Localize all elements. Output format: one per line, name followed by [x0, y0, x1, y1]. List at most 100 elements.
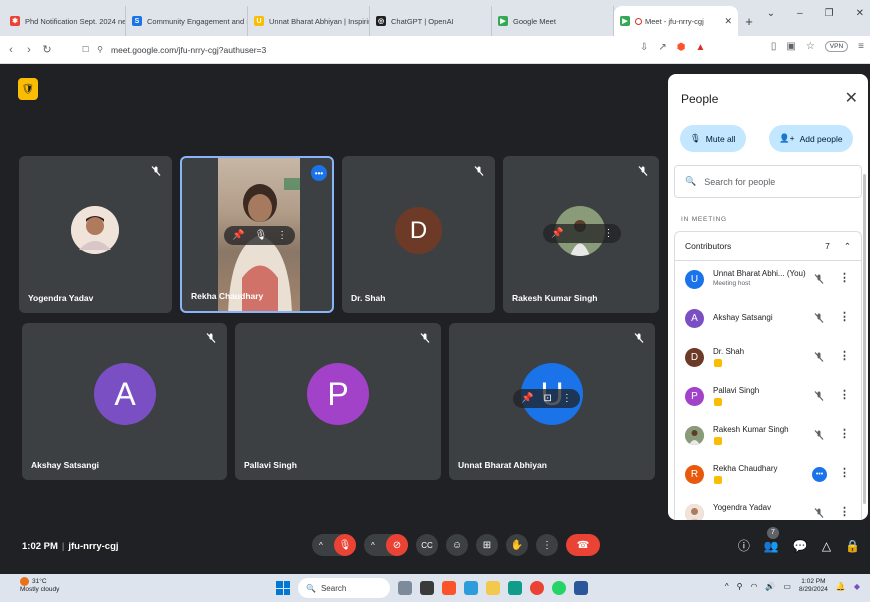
- meeting-details-icon[interactable]: ⓘ: [738, 537, 750, 554]
- edge-icon[interactable]: [508, 581, 522, 595]
- chevron-up-icon[interactable]: ^: [319, 541, 323, 550]
- list-item[interactable]: D Dr. Shah ⋮: [675, 339, 861, 377]
- tab-grid-icon[interactable]: ▣: [786, 41, 795, 52]
- close-panel-icon[interactable]: ✕: [845, 88, 858, 108]
- remove-icon[interactable]: ⊡: [543, 393, 551, 404]
- more-vert-icon[interactable]: ⋮: [839, 427, 850, 440]
- wifi-icon[interactable]: ◠: [750, 582, 757, 591]
- taskbar-clock[interactable]: 1:02 PM 8/29/2024: [799, 578, 828, 594]
- camera-toggle-button[interactable]: ^ ⊘: [364, 534, 408, 556]
- list-item[interactable]: R Rekha Chaudhary ••• ⋮: [675, 456, 861, 494]
- more-options-icon[interactable]: •••: [311, 165, 327, 181]
- back-icon[interactable]: ‹: [4, 44, 18, 56]
- more-vert-icon[interactable]: ⋮: [839, 505, 850, 518]
- mic-off-icon[interactable]: [813, 390, 825, 402]
- mic-off-icon[interactable]: [813, 351, 825, 363]
- close-tab-icon[interactable]: ✕: [724, 16, 732, 27]
- browser-tab[interactable]: S Community Engagement and S...: [126, 6, 248, 36]
- copilot-icon[interactable]: ◆: [854, 582, 860, 591]
- chevron-up-icon[interactable]: ^: [725, 582, 729, 591]
- raise-hand-button[interactable]: ✋: [506, 534, 528, 556]
- leave-call-button[interactable]: ☎: [566, 534, 600, 556]
- more-vert-icon[interactable]: ⋮: [839, 349, 850, 362]
- browser-tab-active[interactable]: ▶ Meet - jfu-nrry-cgj ✕: [614, 6, 738, 36]
- brave-shield-icon[interactable]: ⬢: [677, 42, 686, 53]
- task-view-icon[interactable]: [420, 581, 434, 595]
- add-people-button[interactable]: 👤+ Add people: [769, 125, 853, 152]
- bookmark-icon[interactable]: ☐: [82, 45, 89, 54]
- notification-bell-icon[interactable]: 🔔: [836, 582, 846, 591]
- forward-icon[interactable]: ›: [22, 44, 36, 56]
- panel-scrollbar[interactable]: [863, 174, 866, 504]
- taskbar-search[interactable]: 🔍 Search: [298, 578, 390, 598]
- share-icon[interactable]: ↗: [658, 42, 666, 53]
- more-vert-icon[interactable]: ⋮: [839, 310, 850, 323]
- list-item[interactable]: Rakesh Kumar Singh ⋮: [675, 417, 861, 455]
- chevron-up-icon[interactable]: ^: [371, 541, 375, 550]
- download-icon[interactable]: ⇩: [640, 42, 648, 53]
- activities-icon[interactable]: △: [822, 539, 831, 553]
- chat-icon[interactable]: 💬: [793, 539, 808, 553]
- list-item[interactable]: U Unnat Bharat Abhi... (You) Meeting hos…: [675, 261, 861, 299]
- participant-tile[interactable]: U 📌 ⊡ ⋮ Unnat Bharat Abhiyan: [449, 323, 655, 480]
- more-vert-icon[interactable]: ⋮: [839, 466, 850, 479]
- participant-tile[interactable]: 📌 ⋮ Rakesh Kumar Singh: [503, 156, 659, 313]
- widgets-icon[interactable]: [398, 581, 412, 595]
- restore-icon[interactable]: ❐: [825, 8, 834, 19]
- word-icon[interactable]: [574, 581, 588, 595]
- host-controls-icon[interactable]: 🛡: [18, 78, 38, 100]
- chrome-icon[interactable]: [530, 581, 544, 595]
- tile-menu-icon[interactable]: ⋮: [277, 230, 287, 241]
- pin-icon[interactable]: 📌: [521, 393, 533, 404]
- tab-search-icon[interactable]: ⌄: [767, 8, 775, 19]
- mic-off-icon[interactable]: [813, 273, 825, 285]
- browser-tab[interactable]: ▶ Google Meet: [492, 6, 614, 36]
- browser-tab[interactable]: ◎ ChatGPT | OpenAI: [370, 6, 492, 36]
- browser-tab[interactable]: UUnnat Bharat Abhiyan | Inspiring...: [248, 6, 370, 36]
- rewards-icon[interactable]: ▲: [696, 42, 706, 53]
- mic-toggle-button[interactable]: ^ 🎙: [312, 534, 356, 556]
- bookmark-star-icon[interactable]: ☆: [806, 41, 815, 52]
- browser-tab[interactable]: ✱ Phd Notification Sept. 2024 ne...: [4, 6, 126, 36]
- participant-tile[interactable]: D Dr. Shah: [342, 156, 495, 313]
- host-lock-icon[interactable]: 🔒: [845, 539, 860, 553]
- weather-widget[interactable]: 31°C Mostly cloudy: [20, 577, 59, 594]
- participant-tile[interactable]: P Pallavi Singh: [235, 323, 441, 480]
- site-info-icon[interactable]: ⚲: [97, 45, 103, 54]
- file-explorer-icon[interactable]: [486, 581, 500, 595]
- captions-button[interactable]: CC: [416, 534, 438, 556]
- people-icon[interactable]: 👥 7: [764, 526, 779, 553]
- location-icon[interactable]: ⚲: [737, 582, 743, 591]
- new-tab-button[interactable]: +: [738, 6, 760, 36]
- brave-icon[interactable]: [442, 581, 456, 595]
- more-options-button[interactable]: ⋮: [536, 534, 558, 556]
- battery-icon[interactable]: ▭: [783, 582, 791, 591]
- url-field[interactable]: ☐ ⚲ meet.google.com/jfu-nrry-cgj?authuse…: [82, 45, 266, 55]
- minimize-icon[interactable]: –: [797, 8, 803, 19]
- tile-menu-icon[interactable]: ⋮: [603, 228, 613, 239]
- reload-icon[interactable]: ↻: [40, 43, 54, 56]
- participant-tile[interactable]: A Akshay Satsangi: [22, 323, 227, 480]
- sidebar-icon[interactable]: ▯: [771, 41, 777, 52]
- pin-icon[interactable]: 📌: [551, 228, 563, 239]
- more-vert-icon[interactable]: ⋮: [839, 271, 850, 284]
- mic-off-icon[interactable]: [813, 507, 825, 519]
- search-people-input[interactable]: 🔍 Search for people: [674, 165, 862, 198]
- contributors-group[interactable]: Contributors 7 ⌃: [674, 231, 862, 261]
- mic-icon[interactable]: 🎙: [254, 230, 267, 241]
- app-icon[interactable]: [464, 581, 478, 595]
- mic-off-icon[interactable]: [813, 312, 825, 324]
- vpn-button[interactable]: VPN: [824, 41, 849, 52]
- participant-tile-speaking[interactable]: ••• 📌 🎙 ⋮ Rekha Chaudhary: [180, 156, 334, 313]
- list-item[interactable]: P Pallavi Singh ⋮: [675, 378, 861, 416]
- list-item[interactable]: Yogendra Yadav ⋮: [675, 495, 861, 520]
- close-window-icon[interactable]: ✕: [856, 8, 864, 19]
- list-item[interactable]: A Akshay Satsangi ⋮: [675, 300, 861, 338]
- volume-icon[interactable]: 🔊: [765, 582, 775, 591]
- more-vert-icon[interactable]: ⋮: [839, 388, 850, 401]
- start-icon[interactable]: [276, 581, 290, 595]
- whatsapp-icon[interactable]: [552, 581, 566, 595]
- chevron-up-icon[interactable]: ⌃: [844, 241, 851, 252]
- menu-icon[interactable]: ≡: [858, 41, 864, 52]
- participant-tile[interactable]: Yogendra Yadav: [19, 156, 172, 313]
